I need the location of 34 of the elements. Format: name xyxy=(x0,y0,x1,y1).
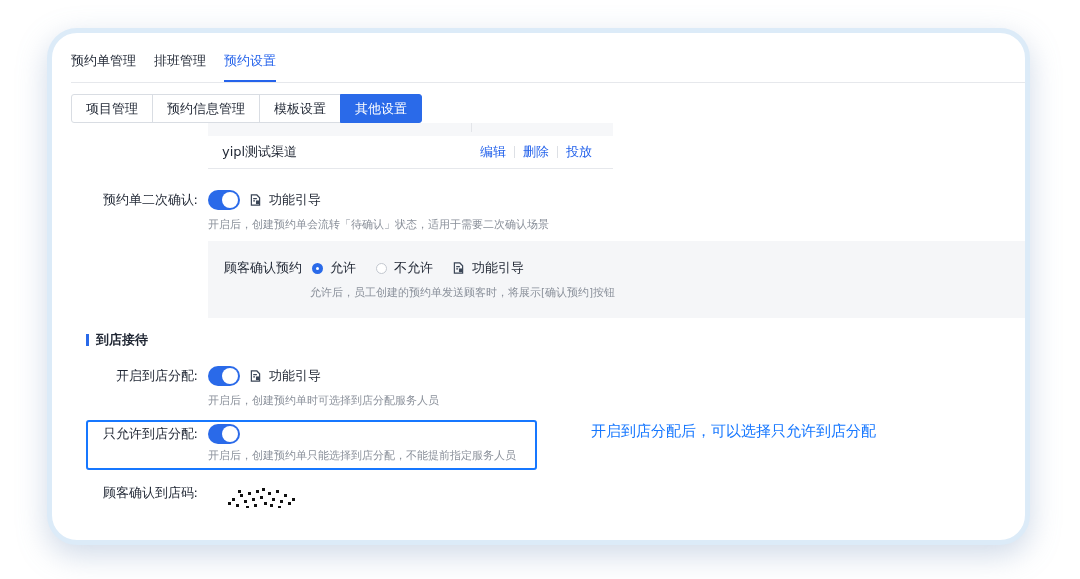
hint-text: 开启后，创建预约单时可选择到店分配服务人员 xyxy=(208,394,439,406)
action-link[interactable]: 删除 xyxy=(523,143,549,161)
tab[interactable]: 排班管理 xyxy=(154,52,206,82)
radio-option[interactable]: 不允许 xyxy=(376,259,433,277)
tab[interactable]: 预约设置 xyxy=(224,52,276,82)
tab[interactable]: 预约单管理 xyxy=(71,52,136,82)
guide-link[interactable]: 功能引导 xyxy=(472,259,524,277)
toggle-switch[interactable] xyxy=(208,424,240,444)
qr-code-icon xyxy=(226,488,298,508)
guide-link[interactable]: 功能引导 xyxy=(269,191,321,209)
hint-text: 开启后，创建预约单会流转「待确认」状态，适用于需要二次确认场景 xyxy=(208,218,549,230)
annotation-text: 开启到店分配后，可以选择只允许到店分配 xyxy=(591,421,876,441)
radio-option[interactable]: 允许 xyxy=(312,259,356,277)
segment-tab[interactable]: 项目管理 xyxy=(71,94,153,123)
document-icon xyxy=(250,194,261,206)
hint-text: 开启后，创建预约单只能选择到店分配，不能提前指定服务人员 xyxy=(208,449,516,461)
setting-label: 只允许到店分配: xyxy=(101,425,198,443)
setting-label: 开启到店分配: xyxy=(114,367,198,385)
setting-label: 顾客确认到店码: xyxy=(101,484,198,502)
segment-tab[interactable]: 其他设置 xyxy=(340,94,422,123)
action-link[interactable]: 编辑 xyxy=(480,143,506,161)
table-cell: yipl测试渠道 xyxy=(222,143,298,161)
toggle-switch[interactable] xyxy=(208,366,240,386)
setting-label: 顾客确认预约 xyxy=(224,259,302,277)
segment-tab[interactable]: 预约信息管理 xyxy=(152,94,260,123)
hint-text: 允许后，员工创建的预约单发送顾客时，将展示[确认预约]按钮 xyxy=(310,286,616,298)
document-icon xyxy=(250,370,261,382)
segment-tab[interactable]: 模板设置 xyxy=(259,94,341,123)
document-icon xyxy=(453,262,464,274)
section-title: 到店接待 xyxy=(96,331,148,349)
toggle-switch[interactable] xyxy=(208,190,240,210)
setting-label: 预约单二次确认: xyxy=(101,191,198,209)
guide-link[interactable]: 功能引导 xyxy=(269,367,321,385)
action-link[interactable]: 投放 xyxy=(566,143,592,161)
